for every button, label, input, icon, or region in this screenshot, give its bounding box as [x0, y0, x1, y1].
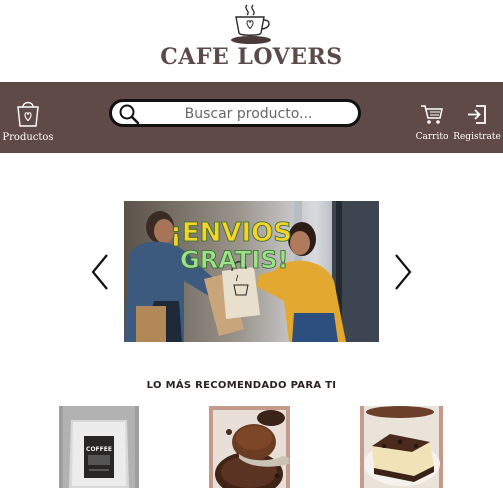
search-icon[interactable]	[118, 103, 140, 125]
search-bar	[109, 99, 361, 127]
promo-banner[interactable]: ¡ENVIOS GRATIS!	[124, 201, 379, 342]
nav-products[interactable]: Productos	[2, 99, 54, 143]
nav-register[interactable]: Registrate	[452, 104, 502, 142]
logo-header: CAFE LOVERS	[0, 0, 503, 82]
login-icon	[468, 105, 486, 124]
nav-products-label: Productos	[2, 132, 54, 143]
shopping-bag-icon	[17, 101, 39, 127]
brand-title: CAFE LOVERS	[160, 44, 343, 70]
carousel-next-arrow-icon[interactable]	[392, 252, 414, 292]
cheesecake-image	[360, 406, 443, 488]
coffee-bag-image: COFFEE	[59, 406, 139, 488]
carousel-prev-arrow-icon[interactable]	[89, 252, 111, 292]
nav-cart[interactable]: Carrito	[413, 104, 451, 142]
bag-label: COFFEE	[86, 446, 112, 453]
banner-line1: ¡ENVIOS	[170, 218, 292, 248]
nav-register-label: Registrate	[453, 132, 501, 142]
banner-line2: GRATIS!	[180, 246, 288, 274]
ground-coffee-image	[209, 406, 290, 488]
cart-icon	[421, 105, 443, 124]
navbar: Productos Carrito Registrate	[0, 82, 503, 153]
recommended-title: LO MÁS RECOMENDADO PARA TI	[146, 380, 337, 391]
product-card-coffee-bag[interactable]: COFFEE	[59, 406, 139, 488]
nav-cart-label: Carrito	[415, 132, 449, 142]
search-input[interactable]	[146, 104, 351, 124]
delivery-photo: ¡ENVIOS GRATIS!	[124, 201, 379, 342]
coffee-cup-logo-icon	[231, 4, 271, 44]
product-card-ground-coffee[interactable]	[209, 406, 290, 488]
product-card-cheesecake[interactable]	[360, 406, 443, 488]
